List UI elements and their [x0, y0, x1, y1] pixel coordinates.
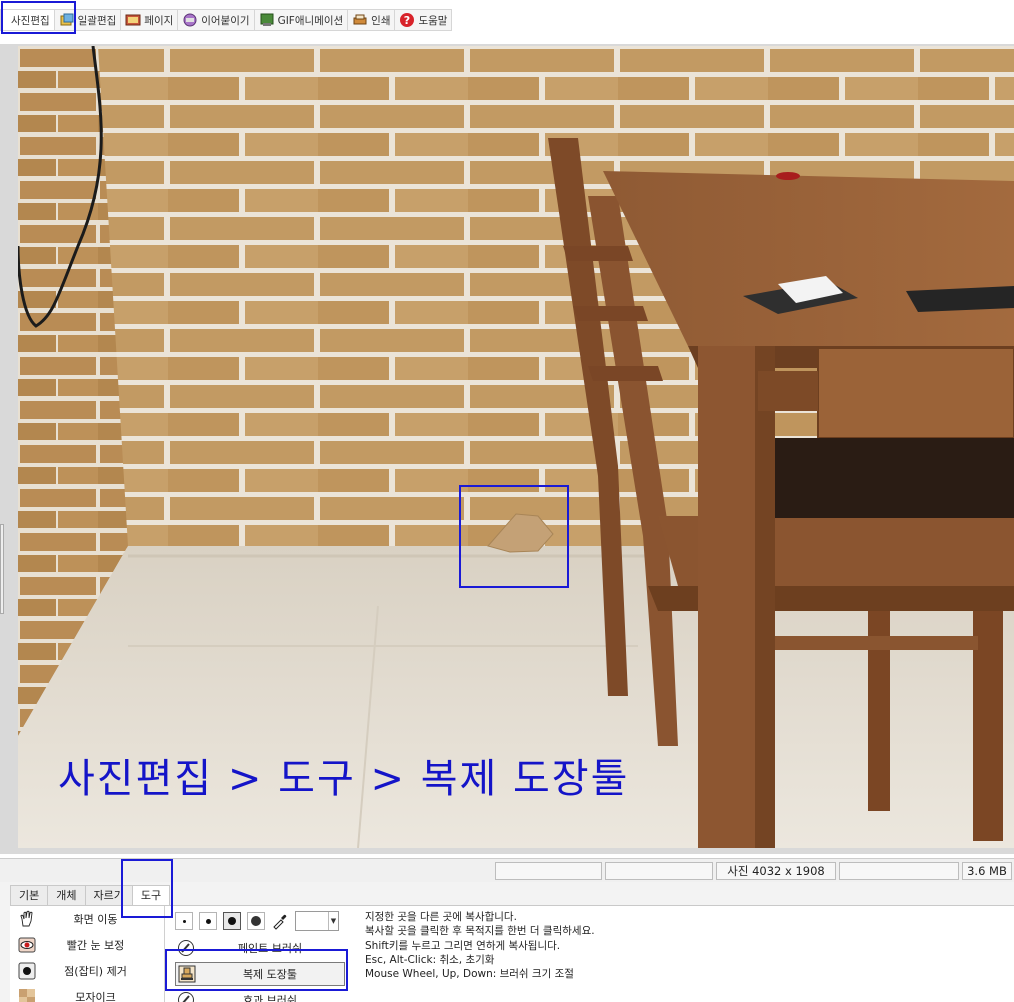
tutorial-caption: 사진편집 > 도구 > 복제 도장툴: [58, 756, 630, 802]
tab-photo-edit[interactable]: 사진편집: [0, 9, 55, 31]
tool-label: 모자이크: [75, 991, 116, 1002]
tab-label: 도움말: [418, 14, 448, 27]
brush-color-dropdown[interactable]: ▼: [295, 911, 339, 931]
tab-tools[interactable]: 도구: [131, 885, 171, 905]
brush-size-row: ▼: [175, 910, 339, 932]
eyedropper-icon[interactable]: [271, 912, 289, 930]
tools-panel-body: 화면 이동 빨간 눈 보정 점(잡티) 제거 모자이크 ▼ 페인트 브러쉬 복제…: [10, 905, 1014, 1002]
tool-pan[interactable]: 화면 이동: [10, 906, 165, 932]
tool-red-eye[interactable]: 빨간 눈 보정: [10, 932, 165, 958]
tab-label: 인쇄: [371, 14, 391, 27]
brush-size-xlarge[interactable]: [247, 912, 265, 930]
panel-tab-strip: 기본 개체 자르기 도구: [10, 885, 171, 905]
main-tab-strip: 사진편집 일괄편집 페이지 이어붙이기 GIF애니메이션 인쇄 ? 도움말: [0, 9, 453, 31]
effect-brush-icon: [178, 992, 194, 1002]
status-cell-empty-1: [495, 862, 602, 880]
effect-brush-button[interactable]: 효과 브러쉬: [175, 988, 345, 1002]
chevron-down-icon: ▼: [328, 912, 338, 930]
tool-button-label: 효과 브러쉬: [242, 994, 298, 1002]
tab-label: 사진편집: [11, 14, 50, 27]
tab-print[interactable]: 인쇄: [348, 9, 396, 31]
tab-label: GIF애니메이션: [277, 14, 344, 27]
tab-merge[interactable]: 이어붙이기: [178, 9, 255, 31]
tool-panel: 기본 개체 자르기 도구 화면 이동 빨간 눈 보정 점(잡티) 제거 모자이크: [0, 859, 1014, 1002]
photo-scene: [18, 46, 1014, 848]
tab-basic[interactable]: 기본: [10, 885, 49, 905]
clone-stamp-button[interactable]: 복제 도장툴: [175, 962, 345, 986]
mosaic-icon: [19, 989, 35, 1002]
tab-crop[interactable]: 자르기: [84, 885, 133, 905]
brush-size-large[interactable]: [223, 912, 241, 930]
tool-button-label: 복제 도장툴: [242, 968, 298, 981]
gif-animation-icon: [260, 13, 274, 26]
merge-icon: [183, 13, 197, 27]
tool-label: 점(잡티) 제거: [64, 965, 127, 978]
tool-button-label: 페인트 브러쉬: [237, 942, 303, 955]
tool-mosaic[interactable]: 모자이크: [10, 984, 165, 1002]
page-icon: [125, 14, 141, 26]
spot-remove-icon: [18, 962, 36, 980]
tab-label: 이어붙이기: [201, 14, 250, 27]
status-image-dimensions: 사진 4032 x 1908: [716, 862, 836, 880]
tool-label: 화면 이동: [73, 913, 118, 926]
svg-text:?: ?: [404, 14, 410, 27]
help-line: Shift키를 누르고 그리면 연하게 복사됩니다.: [365, 939, 561, 952]
tab-batch-edit[interactable]: 일괄편집: [54, 9, 122, 31]
brush-size-medium[interactable]: [199, 912, 217, 930]
photo-image[interactable]: 사진편집 > 도구 > 복제 도장툴: [18, 46, 1014, 848]
tab-object[interactable]: 개체: [47, 885, 86, 905]
status-cell-empty-2: [605, 862, 713, 880]
status-bar: 사진 4032 x 1908 3.6 MB: [0, 858, 1014, 882]
hand-icon: [20, 910, 33, 927]
brush-size-small[interactable]: [175, 912, 193, 930]
status-cell-empty-3: [839, 862, 959, 880]
tab-page[interactable]: 페이지: [121, 9, 179, 31]
tab-help[interactable]: ? 도움말: [395, 9, 453, 31]
side-panel-handle[interactable]: [0, 524, 4, 614]
status-file-size: 3.6 MB: [962, 862, 1012, 880]
tool-label: 빨간 눈 보정: [66, 939, 125, 952]
batch-edit-icon: [60, 13, 74, 26]
help-line: Mouse Wheel, Up, Down: 브러쉬 크기 조절: [365, 968, 574, 981]
print-icon: [353, 14, 367, 25]
help-line: 복사할 곳을 클릭한 후 목적지를 한번 더 클릭하세요.: [365, 925, 595, 938]
paint-brush-button[interactable]: 페인트 브러쉬: [175, 936, 345, 960]
tab-label: 일괄편집: [77, 14, 117, 27]
tool-list: 화면 이동 빨간 눈 보정 점(잡티) 제거 모자이크: [10, 906, 165, 1002]
top-toolbar: 사진편집 일괄편집 페이지 이어붙이기 GIF애니메이션 인쇄 ? 도움말: [0, 0, 1014, 44]
tab-label: 페이지: [144, 14, 174, 27]
tool-help-text: 지정한 곳을 다른 곳에 복사합니다. 복사할 곳을 클릭한 후 목적지를 한번…: [365, 910, 595, 981]
paint-brush-icon: [178, 940, 194, 956]
clone-stamp-icon: [178, 965, 196, 983]
tool-spot-remove[interactable]: 점(잡티) 제거: [10, 958, 165, 984]
red-eye-icon: [18, 937, 36, 953]
help-line: Esc, Alt-Click: 취소, 초기화: [365, 953, 495, 966]
help-icon: ?: [400, 13, 415, 27]
help-line: 지정한 곳을 다른 곳에 복사합니다.: [365, 911, 517, 923]
photo-canvas-area[interactable]: 사진편집 > 도구 > 복제 도장툴: [0, 44, 1014, 854]
tab-gif-animation[interactable]: GIF애니메이션: [254, 9, 349, 31]
